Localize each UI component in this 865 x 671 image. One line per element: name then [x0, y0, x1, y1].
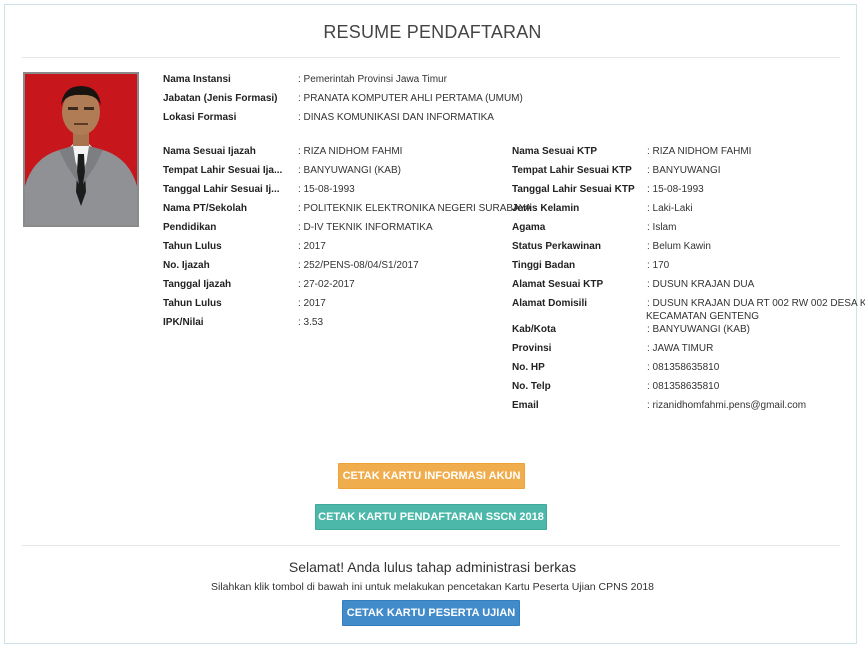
- applicant-photo: [23, 72, 139, 227]
- ijazah-row-label: Tanggal Ijazah: [163, 279, 232, 290]
- ktp-row-label: No. HP: [512, 362, 545, 373]
- ktp-row-label: Nama Sesuai KTP: [512, 146, 598, 157]
- cetak-kartu-pendaftaran-sscn-button[interactable]: CETAK KARTU PENDAFTARAN SSCN 2018: [315, 504, 547, 530]
- ktp-row-value: : Islam: [647, 222, 677, 233]
- ktp-row-value: : BANYUWANGI: [647, 165, 721, 176]
- ijazah-row-value: : D-IV TEKNIK INFORMATIKA: [298, 222, 433, 233]
- instansi-row-label: Nama Instansi: [163, 74, 231, 85]
- ijazah-row-label: Pendidikan: [163, 222, 217, 233]
- ijazah-row-value: : 2017: [298, 241, 326, 252]
- ktp-row-label: Tanggal Lahir Sesuai KTP: [512, 184, 635, 195]
- ijazah-row-value: : RIZA NIDHOM FAHMI: [298, 146, 403, 157]
- ktp-row-label: Tinggi Badan: [512, 260, 576, 271]
- ktp-row-label: Provinsi: [512, 343, 552, 354]
- ijazah-row-label: Nama Sesuai Ijazah: [163, 146, 256, 157]
- ktp-row-label: Agama: [512, 222, 546, 233]
- cetak-kartu-peserta-ujian-button[interactable]: CETAK KARTU PESERTA UJIAN: [342, 600, 520, 626]
- ktp-row-value: : 15-08-1993: [647, 184, 704, 195]
- ijazah-row-value: : POLITEKNIK ELEKTRONIKA NEGERI SURABAYA: [298, 203, 532, 214]
- ktp-row-value: : JAWA TIMUR: [647, 343, 714, 354]
- ktp-row-label: Email: [512, 400, 539, 411]
- instansi-row-label: Jabatan (Jenis Formasi): [163, 93, 278, 104]
- person-portrait-icon: [25, 74, 137, 225]
- ktp-row-label: Alamat Sesuai KTP: [512, 279, 604, 290]
- ktp-row-label: Kab/Kota: [512, 324, 556, 335]
- ktp-row-value-line2: KECAMATAN GENTENG: [646, 311, 759, 322]
- ijazah-row-value: : 3.53: [298, 317, 324, 328]
- ijazah-row-value: : 15-08-1993: [298, 184, 355, 195]
- ktp-row-value: : RIZA NIDHOM FAHMI: [647, 146, 752, 157]
- ijazah-row-label: Tahun Lulus: [163, 241, 222, 252]
- ijazah-row-value: : 252/PENS-08/04/S1/2017: [298, 260, 419, 271]
- ktp-row-value: : DUSUN KRAJAN DUA RT 002 RW 002 DESA KI: [647, 298, 865, 309]
- footer-divider: [22, 545, 840, 546]
- ktp-row-label: Status Perkawinan: [512, 241, 601, 252]
- ktp-row-value: : 081358635810: [647, 362, 720, 373]
- ktp-row-label: Tempat Lahir Sesuai KTP: [512, 165, 632, 176]
- instansi-row-value: : Pemerintah Provinsi Jawa Timur: [298, 74, 447, 85]
- ijazah-row-value: : 2017: [298, 298, 326, 309]
- ktp-row-label: No. Telp: [512, 381, 551, 392]
- ktp-row-value: : DUSUN KRAJAN DUA: [647, 279, 755, 290]
- ijazah-row-value: : BANYUWANGI (KAB): [298, 165, 401, 176]
- ktp-row-label: Alamat Domisili: [512, 298, 588, 309]
- ktp-row-value: : Laki-Laki: [647, 203, 693, 214]
- title-divider: [22, 57, 840, 58]
- instansi-row-label: Lokasi Formasi: [163, 112, 237, 123]
- ijazah-row-label: Tahun Lulus: [163, 298, 222, 309]
- ktp-row-value: : BANYUWANGI (KAB): [647, 324, 750, 335]
- ijazah-row-label: Tanggal Lahir Sesuai Ij...: [163, 184, 280, 195]
- ijazah-row-label: Tempat Lahir Sesuai Ija...: [163, 165, 283, 176]
- ijazah-row-label: Nama PT/Sekolah: [163, 203, 247, 214]
- page-title: RESUME PENDAFTARAN: [323, 22, 542, 42]
- ktp-row-label: Jenis Kelamin: [512, 203, 580, 214]
- instansi-row-value: : DINAS KOMUNIKASI DAN INFORMATIKA: [298, 112, 494, 123]
- ktp-row-value: : 170: [647, 260, 670, 271]
- ktp-row-value: : rizanidhomfahmi.pens@gmail.com: [647, 400, 807, 411]
- ijazah-row-value: : 27-02-2017: [298, 279, 355, 290]
- ktp-row-value: : Belum Kawin: [647, 241, 711, 252]
- ktp-row-value: : 081358635810: [647, 381, 720, 392]
- cetak-kartu-informasi-akun-button[interactable]: CETAK KARTU INFORMASI AKUN: [338, 463, 525, 489]
- congrats-message: Selamat! Anda lulus tahap administrasi b…: [288, 559, 577, 575]
- instansi-row-value: : PRANATA KOMPUTER AHLI PERTAMA (UMUM): [298, 93, 523, 104]
- ijazah-row-label: IPK/Nilai: [163, 317, 204, 328]
- ijazah-row-label: No. Ijazah: [163, 260, 210, 271]
- print-instruction: Silahkan klik tombol di bawah ini untuk …: [211, 581, 654, 593]
